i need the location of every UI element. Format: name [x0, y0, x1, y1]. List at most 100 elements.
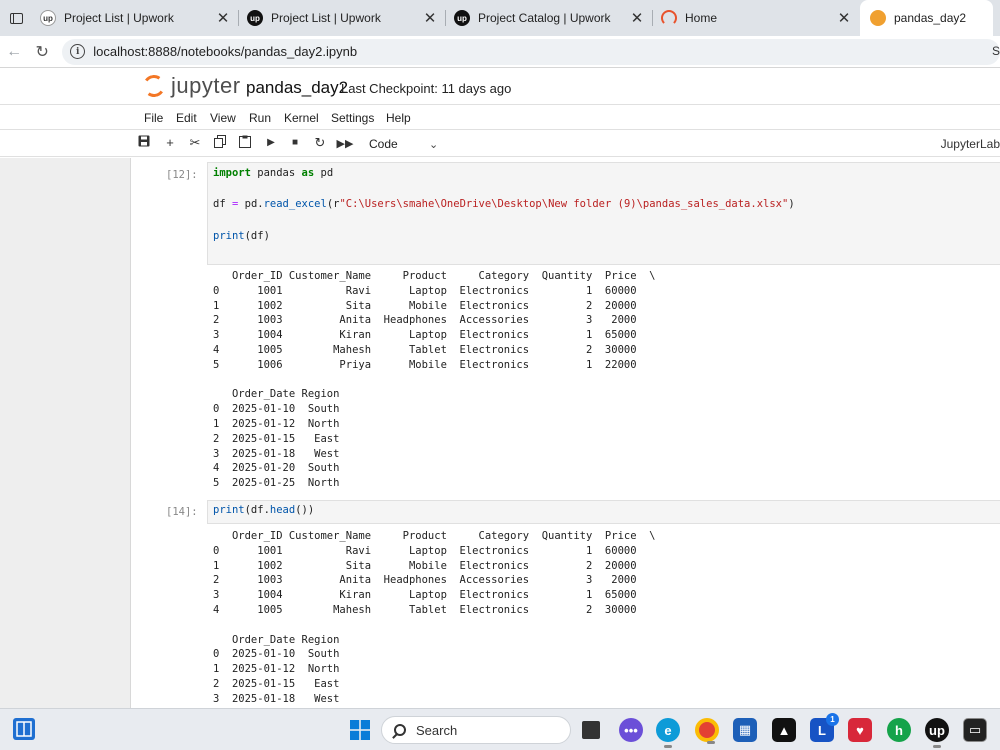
- store-icon[interactable]: ▦: [733, 718, 757, 742]
- menu-edit[interactable]: Edit: [176, 111, 197, 125]
- upwork-app-icon[interactable]: up: [925, 718, 949, 748]
- browser-tab-strip: up Project List | Upwork ✕ up Project Li…: [0, 0, 1000, 36]
- windows-logo-icon: [350, 720, 370, 740]
- output-line: 1 1002 Sita Mobile Electronics 2 20000: [213, 299, 650, 312]
- browser-toolbar: ← ↻ i localhost:8888/notebooks/pandas_da…: [0, 36, 1000, 68]
- cell-prompt: [12]:: [166, 169, 198, 181]
- shield-app-icon[interactable]: ♥: [848, 718, 872, 742]
- code-line: print(df.head()): [213, 504, 314, 516]
- browser-tab-5-active[interactable]: pandas_day2: [860, 0, 993, 36]
- jupyter-header: jupyter pandas_day2 Last Checkpoint: 11 …: [0, 69, 1000, 105]
- task-view-icon[interactable]: [582, 721, 600, 739]
- cut-icon[interactable]: ✂: [186, 135, 204, 151]
- close-icon[interactable]: ✕: [215, 9, 231, 27]
- close-icon[interactable]: ✕: [422, 9, 438, 27]
- chevron-down-icon[interactable]: ⌄: [429, 138, 438, 151]
- app-a-icon[interactable]: ▲: [772, 718, 796, 742]
- output-line: 0 1001 Ravi Laptop Electronics 1 60000: [213, 544, 650, 557]
- menu-settings[interactable]: Settings: [331, 111, 374, 125]
- notebook-panel: [12]: import pandas as pd df = pd.read_e…: [0, 158, 1000, 708]
- output-line: 5 1006 Priya Mobile Electronics 1 22000: [213, 358, 650, 371]
- output-line: Order_Date Region: [213, 633, 340, 646]
- code-text: ()): [295, 504, 315, 516]
- notebook-name[interactable]: pandas_day2: [246, 78, 348, 98]
- function-name: print: [213, 230, 245, 242]
- chat-icon[interactable]: •••: [619, 718, 643, 742]
- cell-type-select[interactable]: Code: [369, 137, 398, 151]
- kernel-label[interactable]: JupyterLab: [941, 137, 1000, 151]
- reload-icon[interactable]: ↻: [28, 42, 56, 62]
- output-line: 2 2025-01-15 East: [213, 432, 340, 445]
- code-text: ): [788, 198, 795, 210]
- stop-icon[interactable]: ■: [286, 137, 304, 148]
- menu-view[interactable]: View: [210, 111, 236, 125]
- site-info-icon[interactable]: i: [70, 44, 86, 59]
- paste-icon-glyph: [239, 135, 251, 148]
- tab-title: Project List | Upwork: [64, 11, 174, 25]
- string-literal: "C:\Users\smahe\OneDrive\Desktop\New fol…: [339, 198, 789, 210]
- close-icon[interactable]: ✕: [836, 9, 852, 27]
- function-name: head: [269, 504, 296, 516]
- taskbar-search[interactable]: Search: [381, 716, 571, 744]
- fast-forward-icon[interactable]: ▶▶: [336, 137, 354, 150]
- toolbar-cut-label: S: [991, 44, 1000, 58]
- tab-actions-menu-button[interactable]: [0, 0, 32, 36]
- address-bar[interactable]: i localhost:8888/notebooks/pandas_day2.i…: [62, 38, 1000, 65]
- menu-kernel[interactable]: Kernel: [284, 111, 319, 125]
- browser-tab-3[interactable]: up Project Catalog | Upwork ✕: [446, 0, 653, 36]
- copy-icon-glyph: [214, 135, 226, 148]
- menu-help[interactable]: Help: [386, 111, 411, 125]
- output-line: 2 2025-01-15 East: [213, 677, 340, 690]
- terminal-icon[interactable]: ▭: [963, 718, 987, 742]
- active-app-indicator: [707, 741, 715, 744]
- jupyter-menu-bar: File Edit View Run Kernel Settings Help: [0, 106, 1000, 130]
- checkpoint-status: Last Checkpoint: 11 days ago: [341, 81, 512, 96]
- jupyter-logo-text: jupyter: [171, 73, 241, 98]
- app-h-icon[interactable]: h: [887, 718, 911, 742]
- widgets-icon[interactable]: [13, 718, 35, 740]
- close-icon[interactable]: ✕: [629, 9, 645, 27]
- code-cell-input[interactable]: [207, 500, 1000, 524]
- run-icon[interactable]: ▶: [262, 137, 280, 148]
- notebook-icon: [870, 10, 886, 26]
- code-line: import pandas as pd: [213, 167, 333, 179]
- tab-title: pandas_day2: [894, 11, 967, 25]
- output-line: Order_ID Customer_Name Product Category …: [213, 530, 656, 542]
- active-app-indicator: [664, 745, 672, 748]
- jupyter-logo-icon: [141, 73, 167, 99]
- copy-icon[interactable]: [211, 135, 229, 151]
- browser-tab-1[interactable]: up Project List | Upwork ✕: [32, 0, 239, 36]
- chrome-icon[interactable]: [695, 718, 719, 744]
- save-icon[interactable]: [135, 135, 153, 150]
- start-icon[interactable]: [348, 718, 372, 742]
- jupyter-logo[interactable]: jupyter: [141, 73, 241, 99]
- widgets-glyph: [16, 721, 32, 737]
- keyword: as: [301, 167, 315, 179]
- url-text: localhost:8888/notebooks/pandas_day2.ipy…: [93, 44, 358, 59]
- linkedin-learning-icon[interactable]: L1: [810, 713, 839, 742]
- code-text: (r: [326, 198, 340, 210]
- back-arrow-icon[interactable]: ←: [0, 43, 28, 61]
- keyword: import: [213, 167, 251, 179]
- menu-file[interactable]: File: [144, 111, 163, 125]
- output-line: 1 1002 Sita Mobile Electronics 2 20000: [213, 559, 650, 572]
- code-line: print(df): [213, 230, 270, 242]
- edge-browser-icon[interactable]: e: [656, 718, 680, 748]
- output-line: 5 2025-01-25 North: [213, 477, 340, 490]
- output-line: 2 1003 Anita Headphones Accessories 3 20…: [213, 574, 650, 587]
- restart-icon[interactable]: ↻: [311, 135, 329, 151]
- insert-cell-icon[interactable]: +: [161, 135, 179, 150]
- active-app-indicator: [933, 745, 941, 748]
- windows-taskbar: Search ••• e ▦ ▲ L1 ♥ h up ▭: [0, 708, 1000, 750]
- paste-icon[interactable]: [236, 135, 254, 151]
- menu-run[interactable]: Run: [249, 111, 271, 125]
- browser-tab-4[interactable]: Home ✕: [653, 0, 860, 36]
- code-text: pd: [314, 167, 334, 179]
- output-line: 3 2025-01-18 West: [213, 692, 340, 705]
- output-line: 3 1004 Kiran Laptop Electronics 1 65000: [213, 589, 650, 602]
- notebook-toolbar: + ✂ ▶ ■ ↻ ▶▶ Code ⌄ JupyterLab: [0, 131, 1000, 157]
- browser-tab-2[interactable]: up Project List | Upwork ✕: [239, 0, 446, 36]
- jupyter-home-icon: [661, 10, 677, 26]
